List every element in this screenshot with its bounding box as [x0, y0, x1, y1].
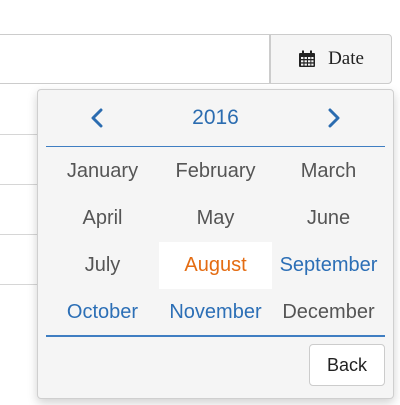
picker-header: 2016 [46, 90, 385, 147]
prev-year-button[interactable] [46, 98, 148, 138]
background-field-divider [0, 234, 40, 235]
background-field-divider [0, 184, 40, 185]
background-field-divider [0, 284, 40, 285]
month-cell[interactable]: September [272, 242, 385, 289]
month-picker-popup: 2016 January February March April May Ju… [37, 89, 394, 399]
footer-divider [46, 335, 385, 337]
month-cell[interactable]: March [272, 148, 385, 195]
date-button-label: Date [328, 48, 364, 69]
month-cell[interactable]: October [46, 289, 159, 336]
month-cell-selected[interactable]: August [159, 242, 272, 289]
month-cell[interactable]: May [159, 195, 272, 242]
year-label[interactable]: 2016 [156, 98, 276, 138]
month-cell[interactable]: November [159, 289, 272, 336]
month-cell[interactable]: June [272, 195, 385, 242]
background-field-divider [0, 134, 40, 135]
month-cell[interactable]: July [46, 242, 159, 289]
back-button[interactable]: Back [309, 344, 385, 386]
month-cell[interactable]: April [46, 195, 159, 242]
next-year-button[interactable] [283, 98, 385, 138]
calendar-icon [298, 50, 316, 68]
month-cell[interactable]: January [46, 148, 159, 195]
date-button[interactable]: Date [270, 34, 392, 84]
chevron-right-icon [328, 108, 340, 128]
month-grid: January February March April May June Ju… [46, 148, 385, 336]
month-cell[interactable]: December [272, 289, 385, 336]
month-cell[interactable]: February [159, 148, 272, 195]
chevron-left-icon [91, 108, 103, 128]
date-input[interactable] [0, 34, 270, 84]
